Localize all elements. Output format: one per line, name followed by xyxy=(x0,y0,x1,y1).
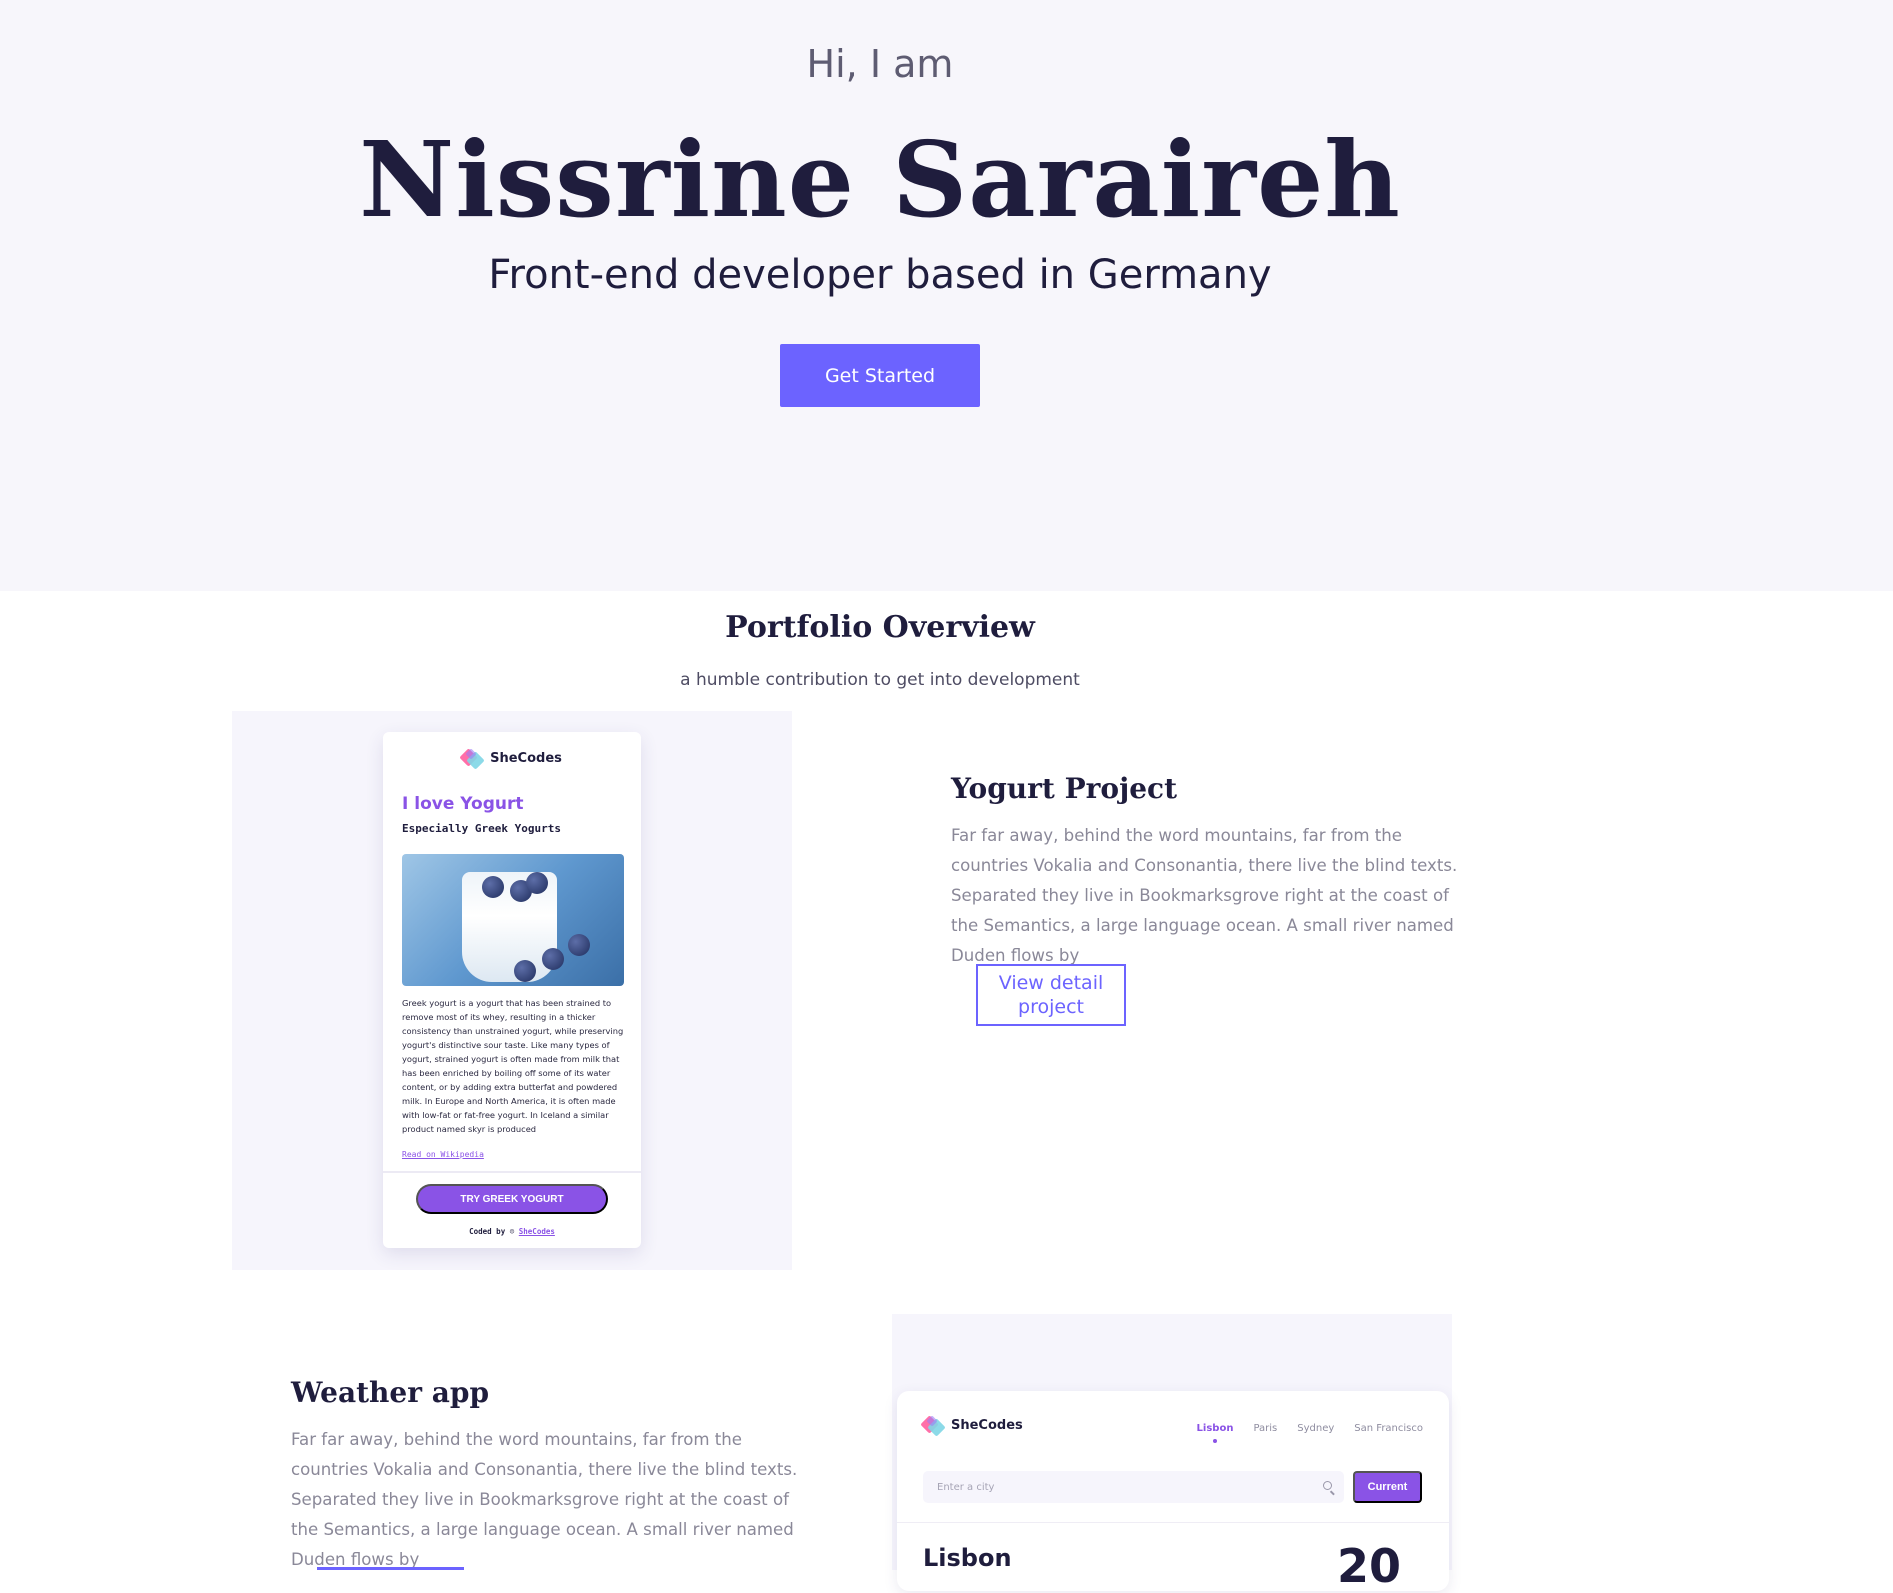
hero-greeting: Hi, I am xyxy=(806,42,954,86)
shecodes-brand: SheCodes xyxy=(490,750,562,766)
project-title-yogurt: Yogurt Project xyxy=(951,772,1178,805)
tab-lisbon[interactable]: Lisbon xyxy=(1197,1423,1233,1443)
smile-icon: ☺ xyxy=(509,1227,515,1236)
shecodes-logo-icon xyxy=(459,748,486,770)
weather-temperature: 20 xyxy=(1337,1539,1402,1593)
get-started-button[interactable]: Get Started xyxy=(780,344,980,407)
project-description-yogurt: Far far away, behind the word mountains,… xyxy=(951,826,1458,965)
city-tabs: Lisbon Paris Sydney San Francisco xyxy=(1197,1423,1423,1443)
yogurt-preview-card: SheCodes I love Yogurt Especially Greek … xyxy=(383,732,641,1248)
hero-role: Front-end developer based in Germany xyxy=(488,252,1272,298)
project-title-weather: Weather app xyxy=(291,1376,490,1409)
shecodes-logo: SheCodes xyxy=(383,748,641,770)
shecodes-logo-icon xyxy=(920,1415,947,1437)
shecodes-logo: SheCodes xyxy=(920,1415,1023,1437)
shecodes-brand: SheCodes xyxy=(951,1417,1023,1433)
project-description-weather: Far far away, behind the word mountains,… xyxy=(291,1430,798,1569)
try-yogurt-button[interactable]: TRY GREEK YOGURT xyxy=(416,1184,608,1214)
tab-san-francisco[interactable]: San Francisco xyxy=(1354,1423,1423,1434)
current-location-button[interactable]: Current xyxy=(1353,1471,1422,1503)
coded-by-label: Coded by xyxy=(469,1227,506,1236)
search-icon xyxy=(1323,1481,1332,1490)
tab-paris[interactable]: Paris xyxy=(1253,1423,1277,1434)
coded-by-footer: Coded by ☺ SheCodes xyxy=(383,1227,641,1236)
divider xyxy=(897,1522,1449,1523)
tab-sydney[interactable]: Sydney xyxy=(1297,1423,1334,1434)
yogurt-image xyxy=(402,854,624,986)
view-detail-button[interactable]: View detail project xyxy=(976,964,1126,1026)
city-search-input[interactable]: Enter a city xyxy=(923,1471,1344,1503)
wikipedia-link[interactable]: Read on Wikipedia xyxy=(402,1150,484,1159)
portfolio-subtitle: a humble contribution to get into develo… xyxy=(680,670,1080,690)
portfolio-title: Portfolio Overview xyxy=(725,610,1035,645)
shecodes-footer-link[interactable]: SheCodes xyxy=(519,1227,555,1236)
search-placeholder: Enter a city xyxy=(937,1481,995,1493)
hero-name: Nissrine Saraireh xyxy=(359,118,1401,241)
hero-section: Hi, I am Nissrine Saraireh Front-end dev… xyxy=(0,0,1893,591)
yogurt-subheading: Especially Greek Yogurts xyxy=(402,822,561,835)
weather-city: Lisbon xyxy=(923,1544,1012,1572)
divider xyxy=(383,1171,641,1173)
yogurt-heading: I love Yogurt xyxy=(402,794,524,814)
yogurt-description: Greek yogurt is a yogurt that has been s… xyxy=(402,998,624,1134)
weather-preview-card: SheCodes Lisbon Paris Sydney San Francis… xyxy=(897,1391,1449,1593)
